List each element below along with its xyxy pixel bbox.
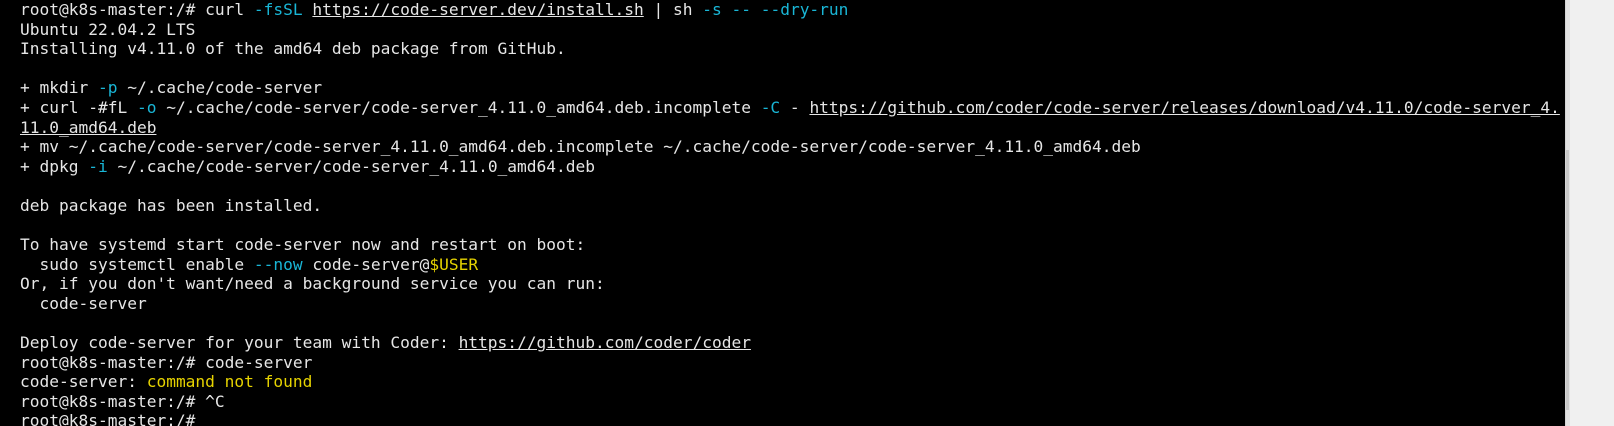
terminal-line: 11.0_amd64.deb bbox=[20, 118, 1560, 138]
terminal-text: - bbox=[780, 97, 810, 117]
terminal-line: Ubuntu 22.04.2 LTS bbox=[20, 20, 1560, 40]
command-option-text: -p bbox=[97, 78, 118, 98]
terminal-text: root@k8s-master:/# code-server bbox=[20, 352, 313, 372]
command-option-text: -fsSL bbox=[253, 0, 303, 19]
terminal-output: root@k8s-master:/# curl -fsSL https://co… bbox=[20, 0, 1560, 426]
terminal-text: + mv ~/.cache/code-server/code-server_4.… bbox=[20, 137, 1141, 157]
terminal-text: Ubuntu 22.04.2 LTS bbox=[20, 19, 196, 39]
terminal-text: sudo systemctl enable bbox=[20, 254, 254, 274]
terminal-line: code-server bbox=[20, 294, 1560, 314]
terminal-line: + mkdir -p ~/.cache/code-server bbox=[20, 78, 1560, 98]
terminal-text: code-server@ bbox=[302, 254, 430, 274]
vertical-scrollbar[interactable] bbox=[1565, 0, 1614, 426]
terminal-line: sudo systemctl enable --now code-server@… bbox=[20, 255, 1560, 275]
terminal-line: root@k8s-master:/# code-server bbox=[20, 353, 1560, 373]
terminal-line: Or, if you don't want/need a background … bbox=[20, 274, 1560, 294]
terminal-text: + mkdir bbox=[20, 78, 98, 98]
terminal-text: + curl -#fL bbox=[20, 97, 137, 117]
terminal-text: code-server: bbox=[20, 372, 147, 392]
terminal-text: Or, if you don't want/need a background … bbox=[20, 274, 605, 294]
terminal-link[interactable]: https://github.com/coder/code-server/rel… bbox=[809, 98, 1559, 117]
highlighted-text: command not found bbox=[146, 372, 313, 392]
scrollbar-thumb[interactable] bbox=[1566, 150, 1569, 410]
command-option-text: --now bbox=[253, 254, 303, 274]
terminal-line: code-server: command not found bbox=[20, 372, 1560, 392]
terminal-line: deb package has been installed. bbox=[20, 196, 1560, 216]
terminal-link[interactable]: https://code-server.dev/install.sh bbox=[312, 0, 643, 19]
terminal-line: Deploy code-server for your team with Co… bbox=[20, 333, 1560, 353]
terminal-line: root@k8s-master:/# ^C bbox=[20, 392, 1560, 412]
terminal-text: Installing v4.11.0 of the amd64 deb pack… bbox=[20, 39, 566, 59]
terminal-text: code-server bbox=[20, 293, 147, 313]
terminal-text: Deploy code-server for your team with Co… bbox=[20, 333, 459, 353]
terminal-text: | sh bbox=[643, 0, 703, 19]
terminal-line: + dpkg -i ~/.cache/code-server/code-serv… bbox=[20, 157, 1560, 177]
terminal-text: + dpkg bbox=[20, 156, 89, 176]
command-option-text: -o bbox=[136, 97, 157, 117]
terminal-text: To have systemd start code-server now an… bbox=[20, 235, 586, 255]
terminal-window[interactable]: root@k8s-master:/# curl -fsSL https://co… bbox=[0, 0, 1565, 426]
terminal-text: deb package has been installed. bbox=[20, 195, 323, 215]
terminal-line: + curl -#fL -o ~/.cache/code-server/code… bbox=[20, 98, 1560, 118]
terminal-line: To have systemd start code-server now an… bbox=[20, 235, 1560, 255]
terminal-text: ~/.cache/code-server bbox=[117, 78, 323, 98]
command-option-text: -s -- --dry-run bbox=[702, 0, 849, 19]
terminal-line: root@k8s-master:/# curl -fsSL https://co… bbox=[20, 0, 1560, 20]
highlighted-text: $USER bbox=[429, 254, 479, 274]
terminal-line: root@k8s-master:/# bbox=[20, 411, 1560, 426]
terminal-link[interactable]: https://github.com/coder/coder bbox=[459, 333, 751, 352]
terminal-line: + mv ~/.cache/code-server/code-server_4.… bbox=[20, 137, 1560, 157]
terminal-link[interactable]: 11.0_amd64.deb bbox=[20, 118, 156, 137]
terminal-text: ~/.cache/code-server/code-server_4.11.0_… bbox=[107, 156, 596, 176]
command-option-text: -C bbox=[760, 97, 781, 117]
terminal-text: root@k8s-master:/# curl bbox=[20, 0, 254, 19]
terminal-line: Installing v4.11.0 of the amd64 deb pack… bbox=[20, 39, 1560, 59]
terminal-text: root@k8s-master:/# ^C bbox=[20, 391, 225, 411]
terminal-text: ~/.cache/code-server/code-server_4.11.0_… bbox=[156, 97, 761, 117]
command-option-text: -i bbox=[88, 156, 108, 176]
terminal-text: root@k8s-master:/# bbox=[20, 411, 206, 426]
